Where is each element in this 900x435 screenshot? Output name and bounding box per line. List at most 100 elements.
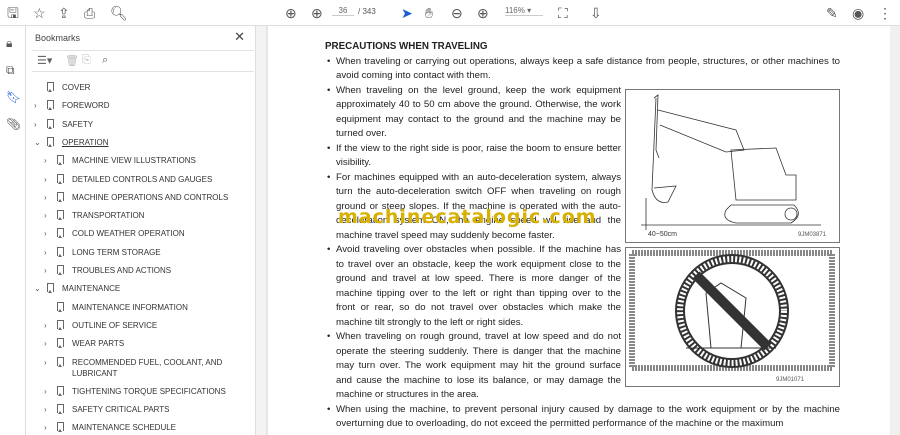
bookmark-label-continued[interactable]: LUBRICANT bbox=[72, 367, 117, 381]
bookmark-label: COLD WEATHER OPERATION bbox=[72, 229, 185, 239]
upload-cloud-icon[interactable]: ⇪ bbox=[58, 4, 70, 22]
toolbar: 🖫 ☆ ⇪ ⎙ 🔍︎ ⊕ ⊕ 36 / 343 ➤ ✋︎ ⊖ ⊕ 116% ▾ … bbox=[0, 0, 900, 26]
bookmark-icon bbox=[47, 118, 54, 129]
bookmark-icon bbox=[57, 356, 64, 367]
prohibited-drawing: 9JM01071 bbox=[629, 250, 835, 383]
figure-code: 9JM03871 bbox=[798, 232, 827, 238]
bookmark-item[interactable]: › DETAILED CONTROLS AND GAUGES bbox=[44, 173, 212, 187]
chevron-right-icon[interactable]: › bbox=[34, 99, 43, 113]
options-menu-icon[interactable]: ☰▾ bbox=[37, 54, 52, 67]
bookmarks-panel-icon[interactable]: 🔖︎ bbox=[6, 90, 21, 104]
attachments-icon[interactable]: 📎︎ bbox=[6, 117, 21, 131]
panel-divider[interactable] bbox=[256, 26, 266, 435]
bookmark-label: WEAR PARTS bbox=[72, 339, 125, 349]
bookmark-item[interactable]: ⌄ MAINTENANCE bbox=[34, 282, 120, 296]
bookmark-item[interactable]: › RECOMMENDED FUEL, COOLANT, AND bbox=[44, 356, 222, 370]
print-icon[interactable]: ⎙ bbox=[84, 4, 95, 22]
dimension-label: 40~50cm bbox=[648, 231, 677, 238]
lock-icon[interactable]: 🔒︎ bbox=[6, 36, 12, 51]
fit-page-icon[interactable]: ⛶ bbox=[558, 4, 568, 22]
bookmark-item[interactable]: › FOREWORD bbox=[34, 99, 110, 113]
chevron-right-icon[interactable]: › bbox=[44, 209, 53, 223]
zoom-select[interactable]: 116% ▾ bbox=[505, 6, 543, 16]
bookmark-icon bbox=[47, 82, 54, 92]
chevron-right-icon[interactable]: › bbox=[34, 118, 43, 132]
bookmark-tools: ☰▾ 🗑︎ ⎘ ⌕ bbox=[32, 50, 254, 72]
chevron-down-icon[interactable]: ⌄ bbox=[34, 136, 43, 150]
new-bookmark-icon[interactable]: ⎘ bbox=[82, 54, 91, 67]
chevron-right-icon[interactable]: › bbox=[44, 173, 53, 187]
next-page-icon[interactable]: ⊕ bbox=[311, 4, 323, 22]
bookmark-icon bbox=[57, 173, 64, 184]
find-bookmark-icon[interactable]: ⌕ bbox=[102, 54, 108, 67]
bookmark-item[interactable]: › MACHINE OPERATIONS AND CONTROLS bbox=[44, 191, 228, 205]
chevron-down-icon[interactable]: ⌄ bbox=[34, 282, 43, 296]
chevron-right-icon[interactable]: › bbox=[44, 337, 53, 351]
bullet: If the view to the right side is poor, r… bbox=[325, 142, 621, 171]
bookmark-item[interactable]: › TIGHTENING TORQUE SPECIFICATIONS bbox=[44, 385, 226, 399]
bookmark-item[interactable]: › TROUBLES AND ACTIONS bbox=[44, 264, 171, 278]
chevron-right-icon[interactable]: › bbox=[44, 403, 53, 417]
bullet: When traveling or carrying out operation… bbox=[325, 55, 840, 84]
zoom-value: 116% bbox=[505, 6, 525, 15]
prev-page-icon[interactable]: ⊕ bbox=[285, 4, 297, 22]
bookmark-star-icon[interactable]: ☆ bbox=[33, 4, 46, 22]
bookmarks-panel: Bookmarks ✕ ☰▾ 🗑︎ ⎘ ⌕ COVER › FOREWORD › SAF… bbox=[26, 26, 256, 435]
bookmark-label: TIGHTENING TORQUE SPECIFICATIONS bbox=[72, 386, 226, 396]
bookmark-label: MACHINE VIEW ILLUSTRATIONS bbox=[72, 156, 196, 166]
bookmark-icon bbox=[57, 338, 64, 349]
bullet: Avoid traveling over obstacles when poss… bbox=[325, 243, 621, 330]
zoom-out-icon[interactable]: ⊖ bbox=[451, 4, 463, 22]
bookmark-icon bbox=[57, 265, 64, 275]
save-icon[interactable]: 🖫 bbox=[7, 4, 19, 22]
vertical-scrollbar[interactable] bbox=[890, 26, 900, 435]
chevron-right-icon[interactable]: › bbox=[44, 246, 53, 260]
bookmark-item[interactable]: › OUTLINE OF SERVICE bbox=[44, 319, 157, 333]
chevron-right-icon[interactable]: › bbox=[44, 385, 53, 399]
chevron-right-icon[interactable]: › bbox=[44, 191, 53, 205]
no-obstacle-figure: 9JM01071 bbox=[625, 247, 840, 387]
bookmark-label: MAINTENANCE SCHEDULE bbox=[72, 423, 177, 433]
bookmark-icon bbox=[57, 155, 64, 166]
bookmark-item[interactable]: › LONG TERM STORAGE bbox=[44, 246, 161, 260]
bookmark-icon bbox=[47, 100, 54, 111]
chevron-right-icon[interactable]: › bbox=[44, 356, 53, 370]
excavator-drawing: 40~50cm 9JM03871 bbox=[641, 94, 827, 238]
bookmark-label: RECOMMENDED FUEL, COOLANT, AND bbox=[72, 357, 223, 367]
page-number-input[interactable]: 36 bbox=[332, 6, 354, 16]
bookmark-icon bbox=[57, 301, 64, 312]
search-icon[interactable]: 🔍︎ bbox=[110, 4, 128, 22]
chevron-right-icon[interactable]: › bbox=[44, 421, 53, 435]
bookmark-label: TROUBLES AND ACTIONS bbox=[72, 266, 172, 275]
delete-icon[interactable]: 🗑︎ bbox=[65, 54, 79, 67]
scroll-mode-icon[interactable]: ⇩ bbox=[590, 4, 602, 22]
sign-icon[interactable]: ✎ bbox=[826, 4, 838, 22]
bookmark-item[interactable]: ⌄ OPERATION bbox=[34, 136, 109, 150]
bookmark-item[interactable]: COVER bbox=[34, 81, 90, 95]
bookmark-item[interactable]: › SAFETY CRITICAL PARTS bbox=[44, 403, 170, 417]
left-tool-strip: 🔒︎ ⧉ 🔖︎ 📎︎ bbox=[0, 26, 26, 435]
chevron-right-icon[interactable]: › bbox=[44, 154, 53, 168]
bookmark-item[interactable]: › MAINTENANCE SCHEDULE bbox=[44, 421, 176, 435]
bookmark-label: FOREWORD bbox=[62, 101, 110, 111]
bookmark-label: OUTLINE OF SERVICE bbox=[72, 320, 158, 330]
bookmark-item[interactable]: MAINTENANCE INFORMATION bbox=[44, 301, 188, 315]
chevron-right-icon[interactable]: › bbox=[44, 227, 53, 241]
account-icon[interactable]: ◉ bbox=[852, 4, 864, 22]
bookmark-item[interactable]: › TRANSPORTATION bbox=[44, 209, 144, 223]
bookmark-item[interactable]: › WEAR PARTS bbox=[44, 337, 124, 351]
close-icon[interactable]: ✕ bbox=[234, 29, 245, 45]
pages-icon[interactable]: ⧉ bbox=[6, 63, 15, 78]
bookmark-icon bbox=[57, 191, 64, 202]
excavator-figure: 40~50cm 9JM03871 bbox=[625, 89, 840, 243]
chevron-right-icon[interactable]: › bbox=[44, 264, 53, 278]
bookmark-item[interactable]: › SAFETY bbox=[34, 118, 93, 132]
bookmark-item[interactable]: › COLD WEATHER OPERATION bbox=[44, 227, 185, 241]
hand-tool-icon[interactable]: ✋︎ bbox=[425, 4, 433, 22]
chevron-right-icon[interactable]: › bbox=[44, 319, 53, 333]
bookmark-item[interactable]: › MACHINE VIEW ILLUSTRATIONS bbox=[44, 154, 196, 168]
zoom-in-icon[interactable]: ⊕ bbox=[477, 4, 489, 22]
select-cursor-icon[interactable]: ➤ bbox=[401, 4, 413, 22]
bookmark-icon bbox=[57, 319, 64, 330]
more-options-icon[interactable]: ⋮ bbox=[878, 4, 892, 22]
